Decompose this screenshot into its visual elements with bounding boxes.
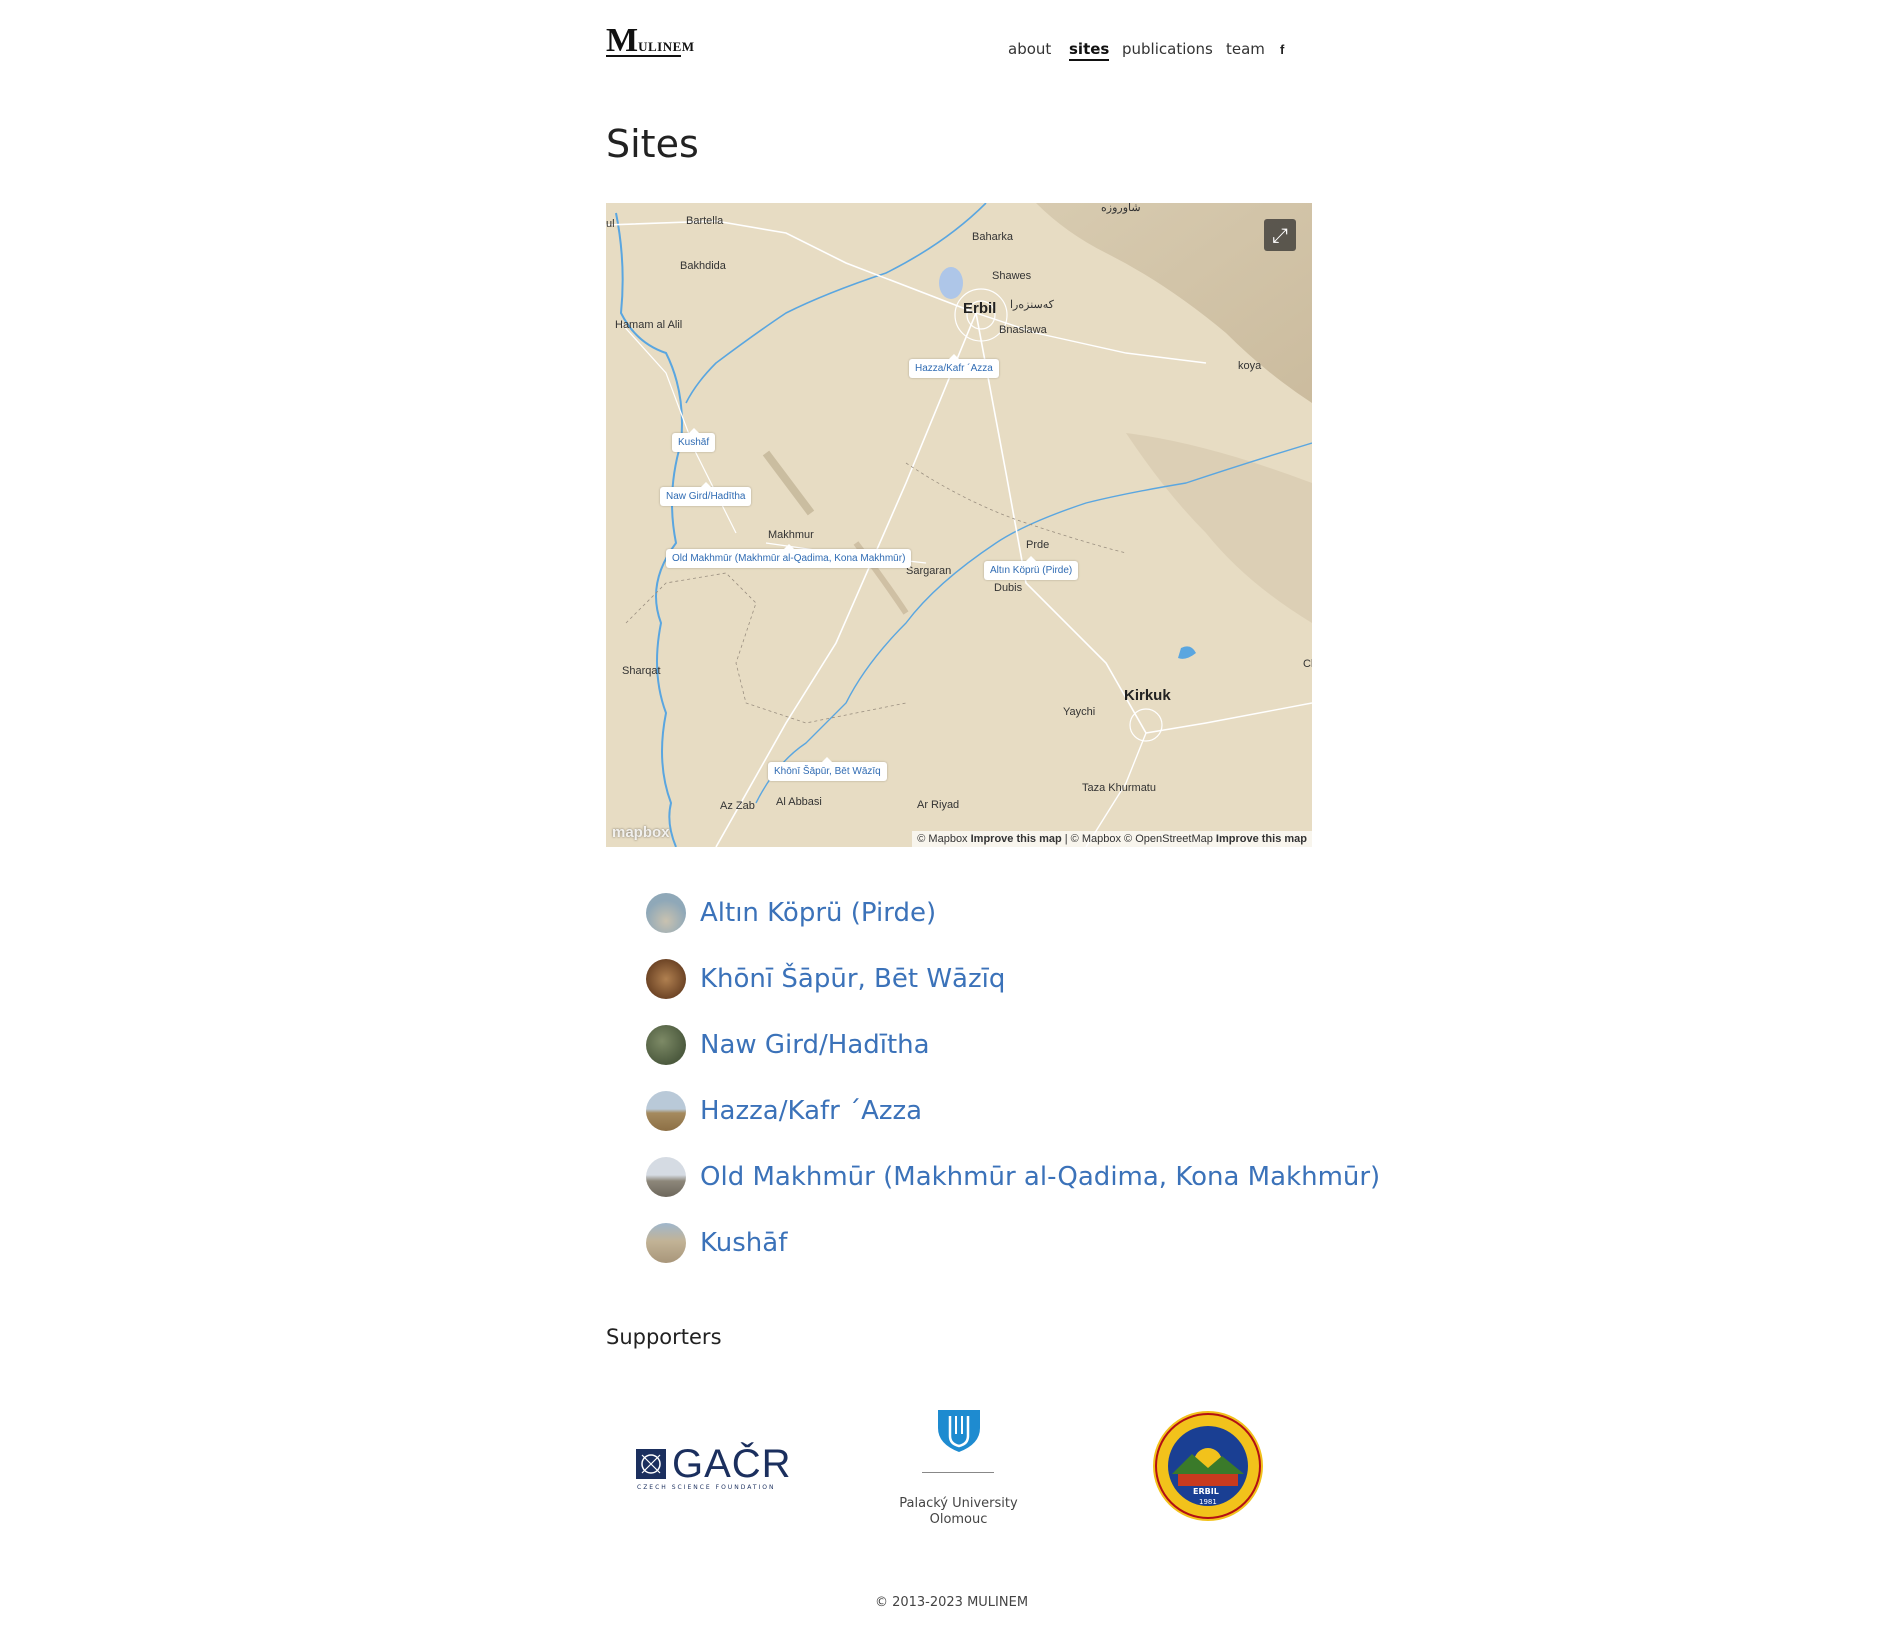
list-item: Khōnī Šāpūr, Bēt Wāzīq (646, 946, 1380, 1012)
gacr-emblem (636, 1449, 666, 1479)
map-label-yaychi: Yaychi (1063, 706, 1096, 718)
map-label-cl: Cl (1303, 658, 1312, 670)
attribution-osm[interactable]: | © Mapbox © OpenStreetMap (1065, 833, 1213, 845)
main-nav: about sites publications team (0, 40, 1903, 64)
map-label-ar-riyad: Ar Riyad (917, 799, 960, 811)
gacr-logo[interactable]: GAČR CZECH SCIENCE FOUNDATION (636, 1442, 791, 1497)
sites-map[interactable]: ul Bartella Baharka Bakhdida Shawes کەسن… (606, 203, 1312, 847)
map-label-makhmur: Makhmur (768, 529, 814, 541)
page-title: Sites (606, 122, 699, 166)
map-label-dubis: Dubis (994, 582, 1023, 594)
nav-publications[interactable]: publications (1122, 40, 1213, 58)
map-marker-hazza[interactable]: Hazza/Kafr ´Azza (909, 354, 999, 378)
map-marker-altin[interactable]: Altın Köprü (Pirde) (984, 556, 1079, 580)
map-label-az-zab: Az Zab (720, 800, 755, 812)
palacky-line-2: Olomouc (929, 1512, 988, 1527)
salahaddin-label: ERBIL (1193, 1487, 1219, 1496)
palacky-shield-icon (938, 1410, 980, 1452)
list-item: Altın Köprü (Pirde) (646, 880, 1380, 946)
salahaddin-logo[interactable]: ERBIL 1981 (1152, 1410, 1264, 1522)
site-thumbnail[interactable] (646, 1025, 686, 1065)
gacr-subtitle: CZECH SCIENCE FOUNDATION (637, 1484, 776, 1491)
map-marker-oldmakhmur[interactable]: Old Makhmūr (Makhmūr al-Qadima, Kona Mak… (666, 544, 912, 568)
facebook-icon[interactable]: f (1280, 42, 1284, 57)
map-marker-khoni[interactable]: Khōnī Šāpūr, Bēt Wāzīq (768, 757, 887, 781)
site-link[interactable]: Altın Köprü (Pirde) (700, 898, 936, 928)
map-marker-kushaf[interactable]: Kushāf (672, 428, 716, 452)
map-label-sharqat: Sharqat (622, 665, 661, 677)
mapbox-logo[interactable]: mapbox (612, 824, 670, 841)
improve-map-link-1[interactable]: Improve this map (971, 833, 1062, 845)
nav-about[interactable]: about (1008, 40, 1051, 58)
page: MULINEM about sites publications team f … (0, 0, 1903, 1649)
salahaddin-year: 1981 (1199, 1498, 1217, 1506)
map-attribution: © Mapbox Improve this map | © Mapbox © O… (912, 831, 1312, 847)
map-label-koya: koya (1238, 360, 1262, 372)
site-link[interactable]: Naw Gird/Hadītha (700, 1030, 930, 1060)
attribution-mapbox-1[interactable]: © Mapbox (917, 833, 967, 845)
expand-icon[interactable]: ⤢ (1264, 219, 1296, 251)
map-label-hamam-al-alil: Hamam al Alil (615, 319, 683, 331)
palacky-name: Palacký University Olomouc (896, 1496, 1021, 1528)
sites-list: Altın Köprü (Pirde) Khōnī Šāpūr, Bēt Wāz… (646, 880, 1380, 1276)
site-link[interactable]: Old Makhmūr (Makhmūr al-Qadima, Kona Mak… (700, 1162, 1380, 1192)
list-item: Old Makhmūr (Makhmūr al-Qadima, Kona Mak… (646, 1144, 1380, 1210)
improve-map-link-2[interactable]: Improve this map (1216, 833, 1307, 845)
list-item: Naw Gird/Hadītha (646, 1012, 1380, 1078)
map-label-top-kurdish: شاوروزه (1101, 203, 1141, 214)
supporters-heading: Supporters (606, 1325, 722, 1349)
map-marker-nawgird[interactable]: Naw Gird/Hadītha (660, 482, 752, 506)
palacky-divider (922, 1472, 994, 1473)
site-link[interactable]: Khōnī Šāpūr, Bēt Wāzīq (700, 964, 1005, 994)
site-thumbnail[interactable] (646, 959, 686, 999)
map-label-baharka: Baharka (972, 231, 1013, 243)
list-item: Hazza/Kafr ´Azza (646, 1078, 1380, 1144)
site-thumbnail[interactable] (646, 1223, 686, 1263)
map-label-al-abbasi: Al Abbasi (776, 796, 822, 808)
map-label-sargaran: Sargaran (906, 565, 952, 577)
palacky-line-1: Palacký University (899, 1496, 1018, 1511)
map-label-erbil-kurdish: کەسنزەرا (1010, 299, 1054, 311)
nav-sites[interactable]: sites (1069, 40, 1110, 61)
map-label-shawes: Shawes (992, 270, 1032, 282)
gacr-text: GAČR (672, 1442, 792, 1486)
map-label-prde: Prde (1026, 539, 1050, 551)
list-item: Kushāf (646, 1210, 1380, 1276)
site-thumbnail[interactable] (646, 1091, 686, 1131)
site-thumbnail[interactable] (646, 893, 686, 933)
footer-copyright: © 2013-2023 MULINEM (874, 1595, 1029, 1610)
map-terrain (606, 203, 1312, 847)
palacky-logo[interactable]: Palacký University Olomouc (896, 1408, 1021, 1528)
map-label-bakhdida: Bakhdida (680, 260, 726, 272)
map-label-bartella: Bartella (686, 215, 724, 227)
map-label-erbil: Erbil (963, 300, 997, 317)
map-label-bnaslawa: Bnaslawa (999, 324, 1047, 336)
nav-team[interactable]: team (1226, 40, 1265, 58)
map-label-taza-khurmatu: Taza Khurmatu (1082, 782, 1156, 794)
site-link[interactable]: Kushāf (700, 1228, 787, 1258)
map-label-kirkuk: Kirkuk (1124, 687, 1171, 704)
site-thumbnail[interactable] (646, 1157, 686, 1197)
map-label-ul: ul (606, 218, 615, 230)
site-link[interactable]: Hazza/Kafr ´Azza (700, 1096, 922, 1126)
